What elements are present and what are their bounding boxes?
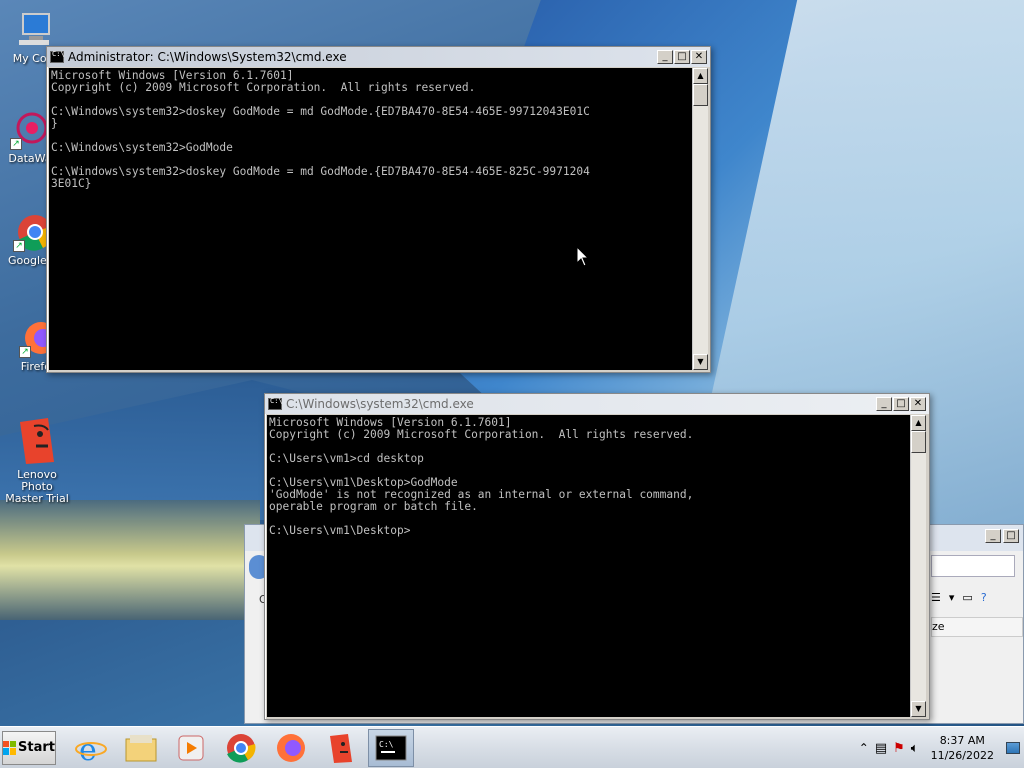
console-output[interactable]: Microsoft Windows [Version 6.1.7601] Cop… [49,68,692,370]
svg-text:C:\: C:\ [379,740,394,749]
cmd-window-administrator[interactable]: Administrator: C:\Windows\System32\cmd.e… [46,46,711,373]
windows-logo-icon [3,740,17,755]
internet-explorer-icon: e [75,733,107,764]
cmd-icon [50,50,65,63]
titlebar: Administrator: C:\Windows\System32\cmd.e… [47,47,710,67]
firefox-icon [277,733,305,762]
clock-time: 8:37 AM [939,734,985,747]
help-icon[interactable]: ? [981,591,987,604]
explorer-window-buttons: _ □ [985,529,1019,543]
network-icon[interactable]: ▤ [875,741,887,756]
scroll-down-arrow-icon[interactable]: ▼ [693,354,708,370]
mouse-cursor-icon [576,246,590,267]
scrollbar-thumb[interactable] [693,84,708,106]
lenovo-photo-master-icon [330,733,352,763]
taskbar-cmd[interactable]: C:\ [368,728,414,767]
window-title: C:\Windows\system32\cmd.exe [286,397,474,411]
svg-text:e: e [79,733,97,764]
chevron-down-icon[interactable]: ▾ [949,591,955,604]
shortcut-arrow-icon: ↗ [10,138,22,150]
window-title: Administrator: C:\Windows\System32\cmd.e… [68,50,347,64]
close-button[interactable]: ✕ [691,50,707,64]
minimize-button[interactable]: _ [657,50,673,64]
clock[interactable]: 8:37 AM 11/26/2022 [925,733,1000,763]
taskbar-chrome[interactable] [218,729,264,767]
maximize-button[interactable]: □ [893,397,909,411]
desktop-icon-lenovo-photo-master[interactable]: Lenovo Photo Master Trial [2,416,72,505]
start-button[interactable]: Start [2,730,56,765]
taskbar-firefox[interactable] [268,729,314,767]
titlebar: C:\Windows\system32\cmd.exe _ □ ✕ [265,394,929,414]
column-header-size[interactable]: ze [931,617,1023,637]
vertical-scrollbar[interactable]: ▲ ▼ [910,415,926,717]
wallpaper-shape [0,500,260,620]
cmd-window-user[interactable]: C:\Windows\system32\cmd.exe _ □ ✕ Micros… [264,393,930,720]
scroll-down-arrow-icon[interactable]: ▼ [911,701,926,717]
show-hidden-icons-icon[interactable]: ⌃ [859,741,869,755]
taskbar-media-player[interactable] [168,729,214,767]
desktop-icon-label: Lenovo Photo Master Trial [5,468,69,505]
lenovo-photo-master-icon [14,416,60,466]
explorer-view-controls: ☰ ▾ ▭? [931,587,1021,607]
taskbar-lenovo-photo-master[interactable] [318,729,364,767]
taskbar-windows-explorer[interactable] [118,729,164,767]
scrollbar-thumb[interactable] [911,431,926,453]
media-player-icon [178,735,204,760]
console-output[interactable]: Microsoft Windows [Version 6.1.7601] Cop… [267,415,910,717]
computer-icon [15,10,55,50]
minimize-button[interactable]: _ [876,397,892,411]
shortcut-arrow-icon: ↗ [19,346,31,358]
scroll-up-arrow-icon[interactable]: ▲ [911,415,926,431]
folder-icon [125,734,157,761]
chrome-icon [227,733,256,763]
volume-icon[interactable]: 🔈︎ [911,741,919,756]
scroll-up-arrow-icon[interactable]: ▲ [693,68,708,84]
shortcut-arrow-icon: ↗ [13,240,25,252]
explorer-minimize-button[interactable]: _ [985,529,1001,543]
show-desktop-button[interactable] [1006,742,1020,754]
maximize-button[interactable]: □ [674,50,690,64]
close-button[interactable]: ✕ [910,397,926,411]
taskbar: Start e C:\ ⌃ ▤ ⚑ 🔈︎ 8:37 AM 11/26/2022 [0,726,1024,768]
taskbar-internet-explorer[interactable]: e [68,729,114,767]
cmd-icon [268,397,283,410]
vertical-scrollbar[interactable]: ▲ ▼ [692,68,708,370]
cmd-icon: C:\ [375,735,407,760]
action-center-flag-icon[interactable]: ⚑ [893,741,905,756]
system-tray: ⌃ ▤ ⚑ 🔈︎ 8:37 AM 11/26/2022 [859,727,1024,768]
datawatch-icon: ↗ [10,110,50,150]
preview-pane-icon[interactable]: ▭ [962,591,972,604]
start-label: Start [18,740,55,755]
explorer-maximize-button[interactable]: □ [1003,529,1019,543]
clock-date: 11/26/2022 [930,749,994,762]
view-list-icon[interactable]: ☰ [931,591,941,604]
explorer-search-input[interactable] [931,555,1015,577]
